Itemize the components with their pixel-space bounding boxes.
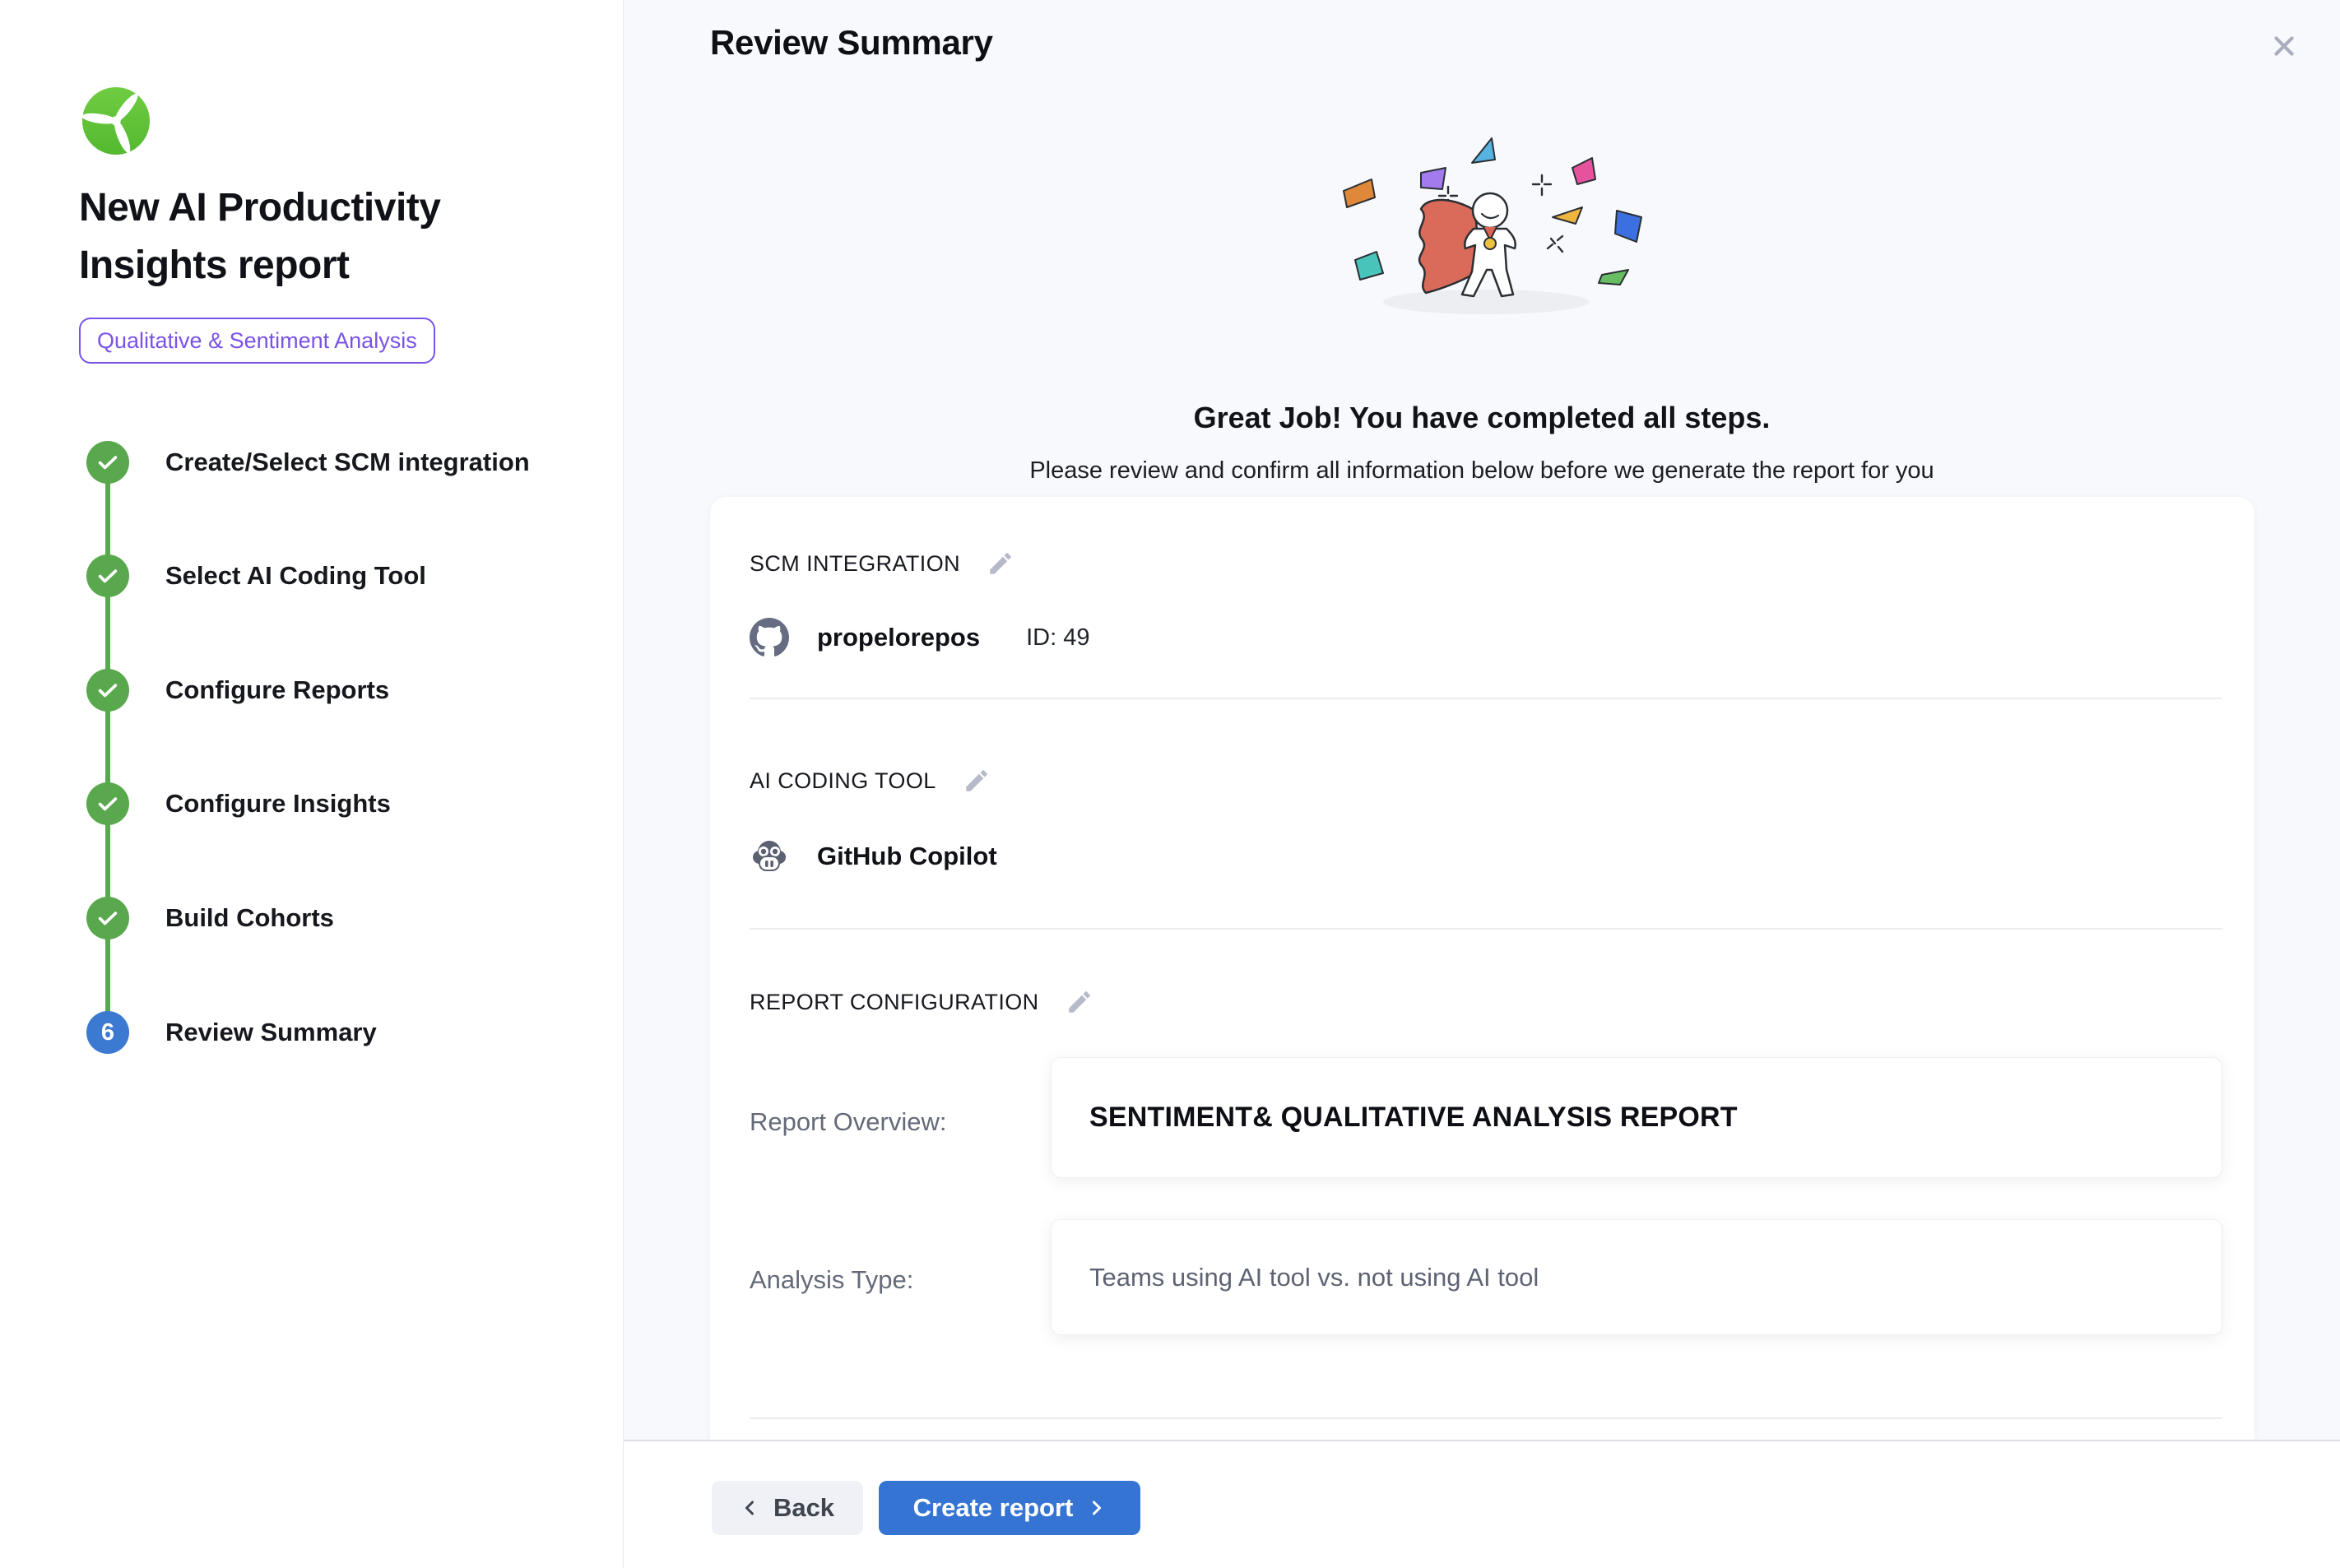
step-label: Build Cohorts bbox=[165, 903, 334, 933]
section-divider bbox=[750, 698, 2222, 699]
create-report-button-label: Create report bbox=[913, 1493, 1074, 1523]
report-overview-value: SENTIMENT& QUALITATIVE ANALYSIS REPORT bbox=[1089, 1102, 1738, 1134]
edit-report-configuration-icon[interactable] bbox=[1066, 988, 1093, 1016]
stepper-connector bbox=[105, 462, 110, 1032]
step-label: Review Summary bbox=[165, 1018, 377, 1047]
step-check-icon bbox=[86, 554, 129, 597]
scm-integration-value-row: propelorepos ID: 49 bbox=[750, 618, 1089, 657]
ai-coding-tool-name: GitHub Copilot bbox=[817, 842, 997, 871]
report-overview-label: Report Overview: bbox=[750, 1107, 1029, 1137]
wizard-stepper: Create/Select SCM integration Select AI … bbox=[0, 0, 624, 1568]
step-label: Create/Select SCM integration bbox=[165, 448, 530, 477]
copilot-icon bbox=[750, 837, 789, 876]
scm-integration-label: SCM INTEGRATION bbox=[750, 551, 960, 577]
step-label: Configure Reports bbox=[165, 675, 389, 705]
scm-integration-name: propelorepos bbox=[817, 623, 980, 652]
review-summary-panel: Review Summary bbox=[624, 0, 2340, 1568]
create-report-button[interactable]: Create report bbox=[879, 1481, 1140, 1535]
step-review-summary[interactable]: 6 Review Summary bbox=[86, 1011, 377, 1054]
step-label: Select AI Coding Tool bbox=[165, 561, 426, 591]
analysis-type-value: Teams using AI tool vs. not using AI too… bbox=[1089, 1263, 1539, 1292]
congrats-heading: Great Job! You have completed all steps. bbox=[624, 401, 2340, 435]
chevron-right-icon bbox=[1086, 1496, 1106, 1520]
step-label: Configure Insights bbox=[165, 789, 391, 819]
celebration-illustration bbox=[624, 132, 2340, 327]
section-divider bbox=[750, 928, 2222, 930]
close-icon[interactable] bbox=[2266, 28, 2302, 64]
analysis-type-value-box: Teams using AI tool vs. not using AI too… bbox=[1051, 1219, 2222, 1335]
analysis-type-label: Analysis Type: bbox=[750, 1265, 1029, 1295]
back-button[interactable]: Back bbox=[712, 1481, 863, 1535]
step-select-ai-coding-tool[interactable]: Select AI Coding Tool bbox=[86, 554, 426, 597]
step-check-icon bbox=[86, 782, 129, 825]
ai-coding-tool-section-header: AI CODING TOOL bbox=[750, 767, 991, 795]
scm-integration-section-header: SCM INTEGRATION bbox=[750, 550, 1014, 578]
report-overview-value-box: SENTIMENT& QUALITATIVE ANALYSIS REPORT bbox=[1051, 1057, 2222, 1178]
step-create-select-scm-integration[interactable]: Create/Select SCM integration bbox=[86, 441, 530, 484]
page-title: Review Summary bbox=[710, 23, 993, 63]
step-check-icon bbox=[86, 897, 129, 939]
review-summary-screen: New AI Productivity Insights report Qual… bbox=[0, 0, 2340, 1568]
wizard-footer: Back Create report bbox=[624, 1440, 2340, 1568]
summary-card: SCM INTEGRATION propelorepos ID: 49 AI C… bbox=[710, 497, 2254, 1440]
report-configuration-label: REPORT CONFIGURATION bbox=[750, 990, 1039, 1015]
section-divider bbox=[750, 1417, 2222, 1419]
scm-integration-id: ID: 49 bbox=[1026, 624, 1089, 652]
wizard-sidebar: New AI Productivity Insights report Qual… bbox=[0, 0, 624, 1568]
step-configure-reports[interactable]: Configure Reports bbox=[86, 669, 389, 712]
step-number-badge: 6 bbox=[86, 1011, 129, 1054]
step-check-icon bbox=[86, 669, 129, 712]
github-icon bbox=[750, 618, 789, 657]
edit-scm-integration-icon[interactable] bbox=[987, 550, 1014, 578]
step-check-icon bbox=[86, 441, 129, 484]
report-configuration-section-header: REPORT CONFIGURATION bbox=[750, 988, 1093, 1016]
ai-coding-tool-label: AI CODING TOOL bbox=[750, 768, 936, 794]
step-build-cohorts[interactable]: Build Cohorts bbox=[86, 897, 334, 939]
chevron-left-icon bbox=[741, 1496, 760, 1520]
back-button-label: Back bbox=[773, 1493, 834, 1523]
congrats-subtext: Please review and confirm all informatio… bbox=[624, 457, 2340, 485]
ai-coding-tool-value-row: GitHub Copilot bbox=[750, 837, 997, 876]
edit-ai-coding-tool-icon[interactable] bbox=[963, 767, 991, 795]
step-configure-insights[interactable]: Configure Insights bbox=[86, 782, 391, 825]
